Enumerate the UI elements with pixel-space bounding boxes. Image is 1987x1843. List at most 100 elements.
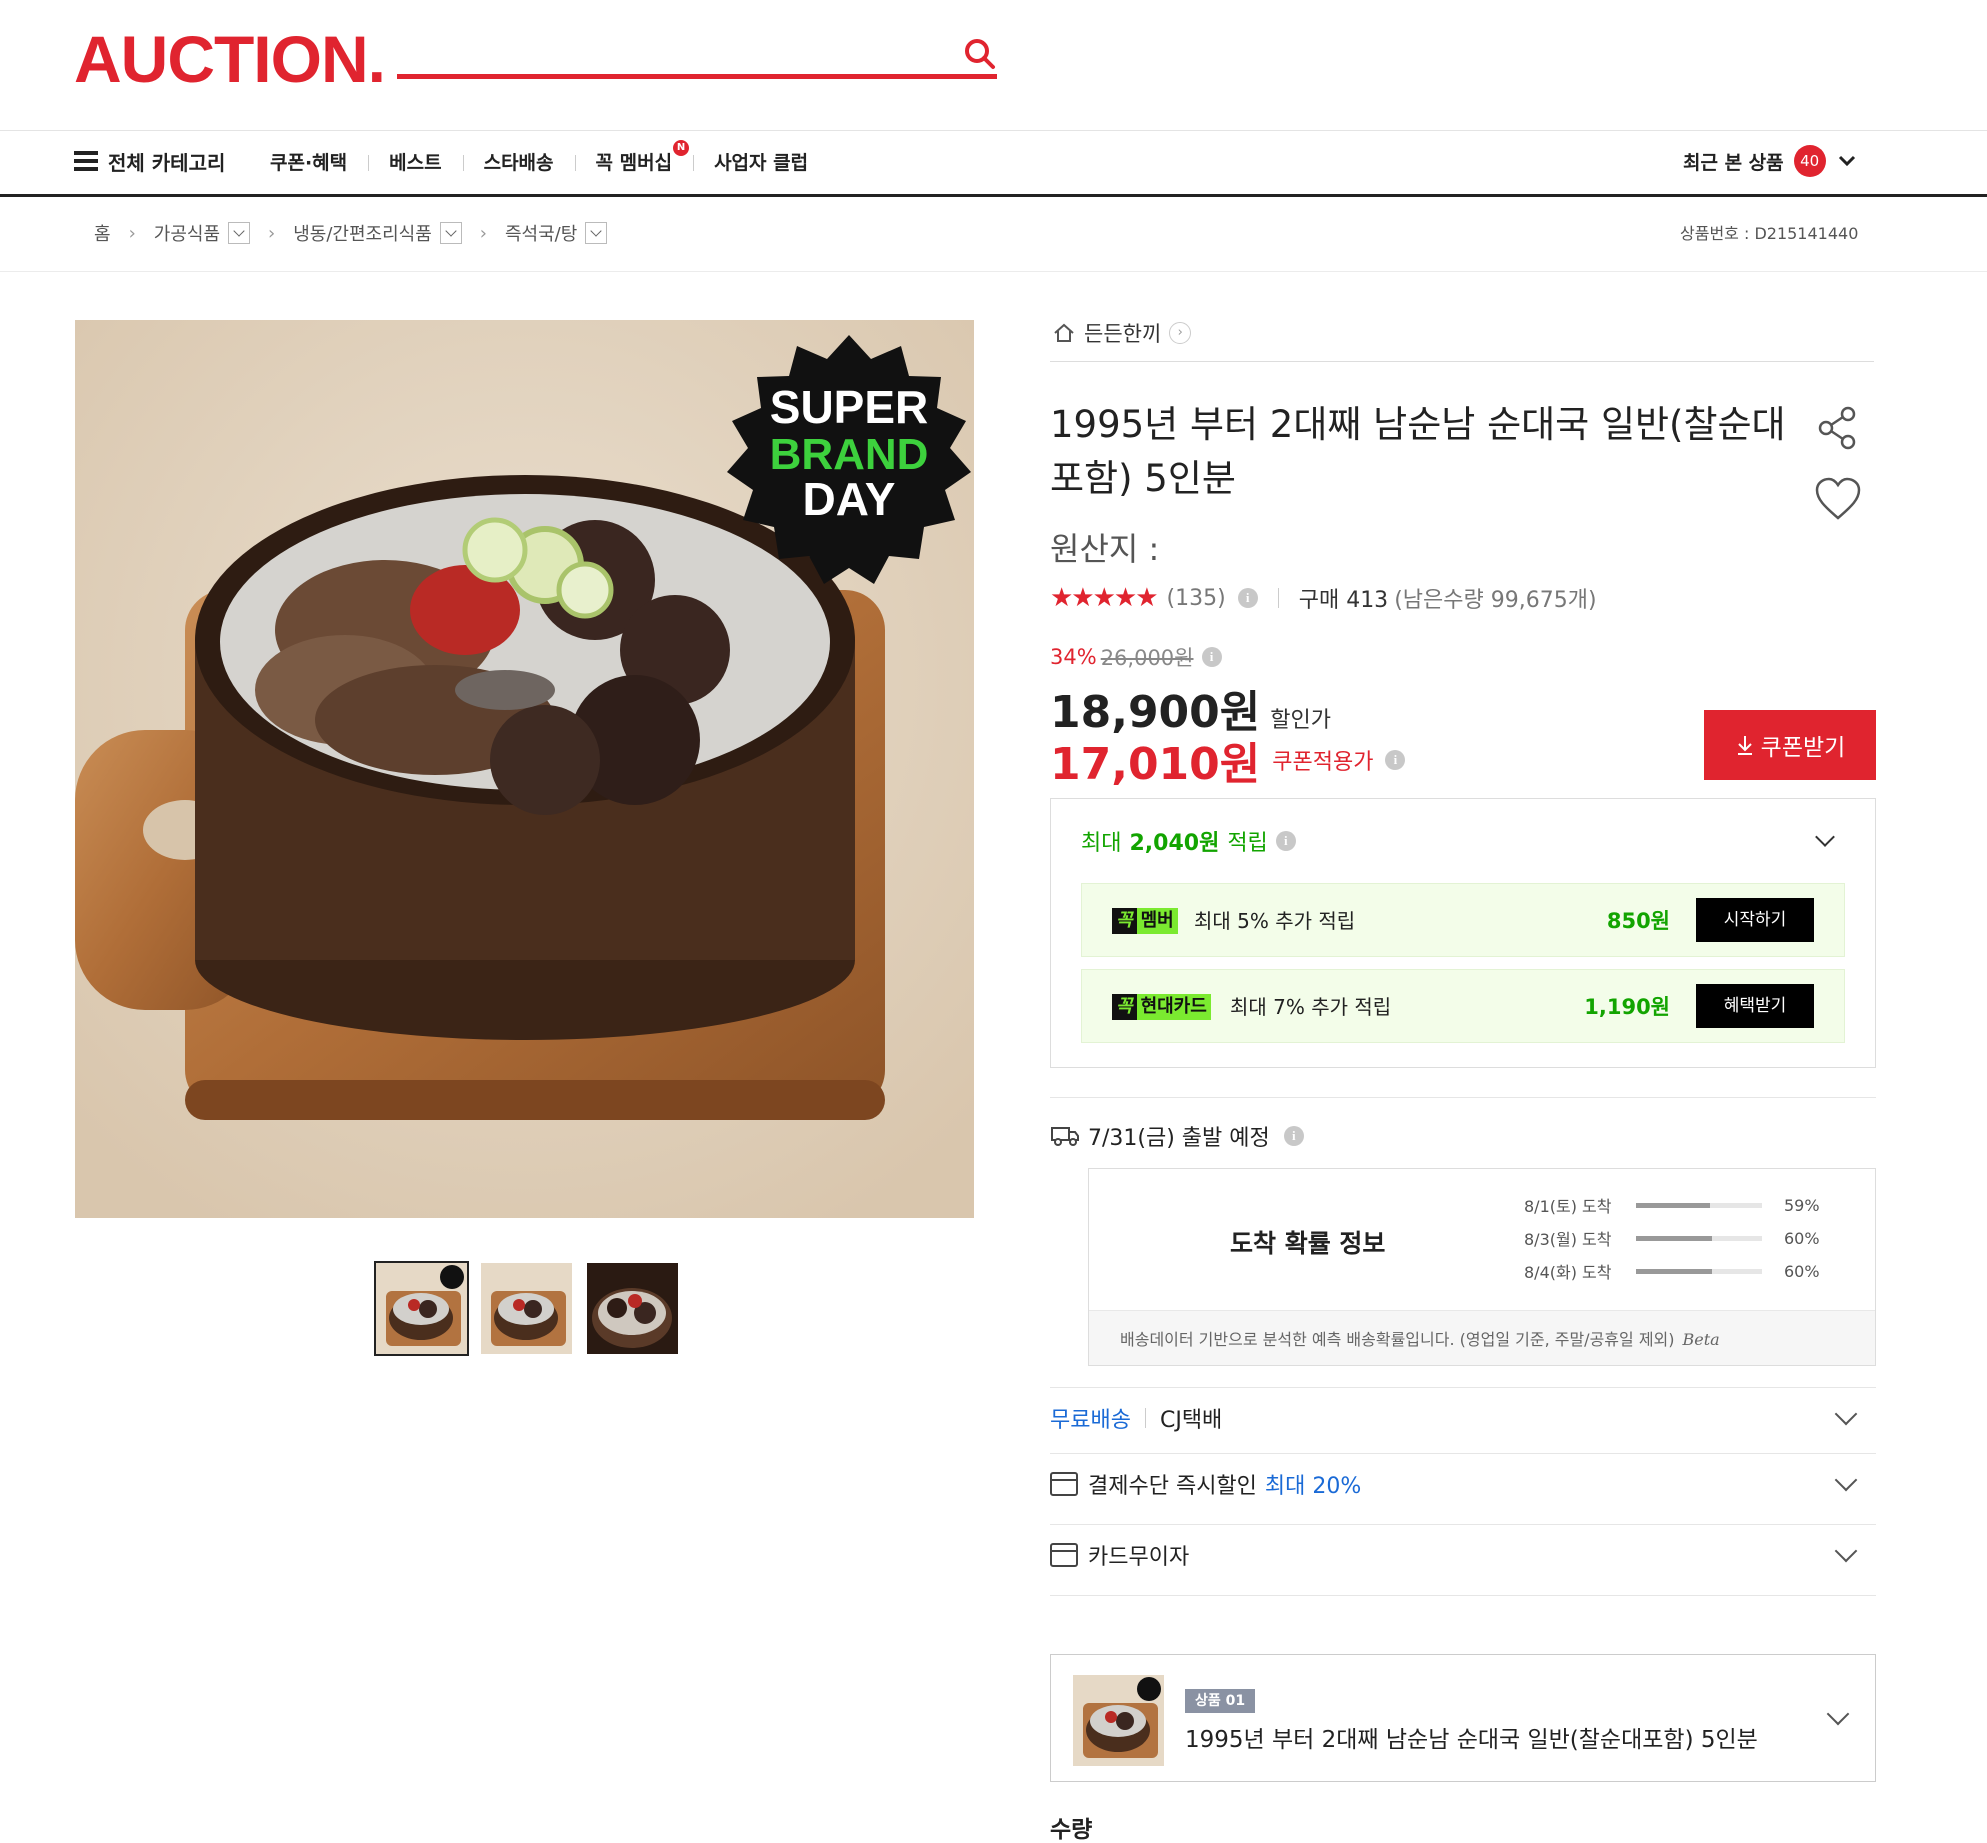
origin-label: 원산지 : <box>1050 530 1160 568</box>
payment-discount-row[interactable]: 결제수단 즉시할인 최대 20% <box>1050 1453 1876 1513</box>
product-main-image[interactable]: SUPER BRAND DAY <box>75 320 974 1218</box>
discount-row: 34% 26,000원 i <box>1050 642 1222 672</box>
new-badge: N <box>673 139 690 156</box>
header-divider <box>0 130 1987 131</box>
arrival-date: 8/1(토) 도착 <box>1524 1197 1612 1216</box>
free-shipping-label: 무료배송 <box>1050 1407 1131 1433</box>
rating-stars-icon: ★★★★★ <box>1050 583 1159 613</box>
arrival-bar <box>1636 1268 1762 1274</box>
credit-card-icon <box>1050 1542 1078 1567</box>
separator <box>1144 1407 1146 1428</box>
search-icon[interactable] <box>962 36 998 72</box>
benefit-text: 최대 7% 추가 적립 <box>1230 995 1392 1019</box>
dropdown-icon[interactable] <box>439 222 462 244</box>
installment-label: 카드무이자 <box>1088 1544 1190 1570</box>
dropdown-icon[interactable] <box>585 222 608 244</box>
departure-text: 7/31(금) 출발 예정 <box>1088 1126 1270 1151</box>
chevron-down-icon <box>1834 1402 1858 1426</box>
home-icon <box>1054 323 1074 342</box>
shipping-fee-row[interactable]: 무료배송 CJ택배 <box>1050 1387 1876 1447</box>
nav-best[interactable]: 베스트 <box>368 148 462 175</box>
stock-remaining: (남은수량 99,675개) <box>1394 588 1597 613</box>
arrival-row: 8/1(토) 도착 59% <box>1524 1193 1820 1217</box>
arrival-pct: 59% <box>1784 1195 1820 1215</box>
tag-ggok: 꼭 <box>1112 908 1137 934</box>
recent-products-label: 최근 본 상품 <box>1683 151 1784 174</box>
arrival-note: 배송데이터 기반으로 분석한 예측 배송확률입니다. (영업일 기준, 주말/공… <box>1120 1326 1720 1350</box>
arrival-pct: 60% <box>1784 1261 1820 1281</box>
store-link[interactable]: 든든한끼 › <box>1052 318 1192 348</box>
coupon-price-row: 17,010원 쿠폰적용가 i <box>1050 728 1406 792</box>
rating-row: ★★★★★ (135) i 구매 413 (남은수량 99,675개) <box>1050 580 1597 616</box>
option-number-badge: 상품 01 <box>1185 1689 1256 1713</box>
all-categories-label: 전체 카테고리 <box>108 150 226 175</box>
main-nav: 쿠폰·혜택 베스트 스타배송 꼭 멤버십 N 사업자 클럽 <box>270 139 829 176</box>
nav-membership[interactable]: 꼭 멤버십 N <box>574 139 694 175</box>
coupon-price: 17,010원 <box>1050 739 1261 790</box>
review-count[interactable]: (135) <box>1167 586 1226 611</box>
chevron-down-icon <box>1834 1468 1858 1492</box>
option-select[interactable] <box>1050 1654 1876 1782</box>
info-icon[interactable]: i <box>1385 750 1406 770</box>
arrival-bar-fill <box>1636 1202 1711 1208</box>
options-divider <box>1050 1595 1876 1596</box>
arrival-row: 8/3(월) 도착 60% <box>1524 1226 1820 1250</box>
share-icon[interactable] <box>1814 404 1862 452</box>
nav-membership-label: 꼭 멤버십 <box>595 151 673 174</box>
discount-percent: 34% <box>1050 645 1097 669</box>
recent-products-button[interactable]: 최근 본 상품 40 <box>1683 144 1858 178</box>
info-icon[interactable]: i <box>1237 588 1258 608</box>
product-number: 상품번호 : D215141440 <box>1680 224 1859 243</box>
membership-tag: 꼭 멤버 <box>1112 908 1178 934</box>
payment-discount-label: 결제수단 즉시할인 <box>1088 1473 1257 1499</box>
recent-count-badge: 40 <box>1793 145 1826 177</box>
get-benefit-button[interactable]: 혜택받기 <box>1696 984 1814 1028</box>
points-amount: 2,040원 <box>1129 831 1220 856</box>
product-title: 1995년 부터 2대째 남순남 순대국 일반(찰순대포함) 5인분 <box>1050 403 1786 500</box>
heart-icon[interactable] <box>1814 476 1862 522</box>
benefit-amount: 1,190원 <box>1584 995 1670 1019</box>
badge-super-text: SUPER <box>770 381 928 433</box>
benefit-membership: 꼭 멤버 최대 5% 추가 적립 850원 시작하기 <box>1081 883 1845 957</box>
arrival-row: 8/4(화) 도착 60% <box>1524 1259 1820 1283</box>
arrival-date: 8/3(월) 도착 <box>1524 1230 1612 1249</box>
thumbnail-1[interactable] <box>374 1261 469 1356</box>
shipping-divider <box>1050 1097 1876 1098</box>
nav-coupon-benefit[interactable]: 쿠폰·혜택 <box>270 148 368 175</box>
benefit-hyundai-card: 꼭 현대카드 최대 7% 추가 적립 1,190원 혜택받기 <box>1081 969 1845 1043</box>
coupon-price-label: 쿠폰적용가 <box>1272 750 1374 775</box>
info-icon[interactable]: i <box>1283 1126 1304 1146</box>
all-categories-button[interactable]: 전체 카테고리 <box>74 146 225 176</box>
breadcrumb-item[interactable]: 가공식품 <box>154 220 220 246</box>
arrival-bar-fill <box>1636 1235 1712 1241</box>
quantity-label: 수량 <box>1050 1817 1093 1843</box>
arrival-date: 8/4(화) 도착 <box>1524 1263 1612 1282</box>
chevron-down-icon <box>1838 155 1855 167</box>
search-input[interactable] <box>397 74 997 79</box>
thumbnail-3[interactable] <box>587 1263 678 1354</box>
breadcrumb-item[interactable]: 냉동/간편조리식품 <box>293 220 432 246</box>
tag-hyundai-card: 현대카드 <box>1136 994 1211 1020</box>
info-icon[interactable]: i <box>1275 831 1296 851</box>
nav-star-delivery[interactable]: 스타배송 <box>462 148 575 175</box>
breadcrumb: 홈 › 가공식품 › 냉동/간편조리식품 › 즉석국/탕 <box>94 218 608 248</box>
benefit-amount: 850원 <box>1606 909 1670 933</box>
get-coupon-button[interactable]: 쿠폰받기 <box>1704 710 1876 780</box>
get-coupon-label: 쿠폰받기 <box>1760 735 1846 761</box>
info-icon[interactable]: i <box>1201 647 1222 667</box>
benefit-text: 최대 5% 추가 적립 <box>1194 909 1356 933</box>
points-header[interactable]: 최대 2,040원 적립 i <box>1081 826 1296 856</box>
nav-business-club[interactable]: 사업자 클럽 <box>693 148 829 175</box>
auction-logo[interactable]: AUCTION. <box>74 26 386 92</box>
card-installment-row[interactable]: 카드무이자 <box>1050 1524 1876 1584</box>
thumbnail-2[interactable] <box>481 1263 572 1354</box>
arrival-bar-fill <box>1636 1268 1712 1274</box>
tag-ggok: 꼭 <box>1112 994 1137 1020</box>
start-membership-button[interactable]: 시작하기 <box>1696 898 1814 942</box>
arrival-bar <box>1636 1202 1762 1208</box>
chevron-down-icon <box>1834 1539 1858 1563</box>
dropdown-icon[interactable] <box>228 222 251 244</box>
breadcrumb-home[interactable]: 홈 <box>94 220 111 246</box>
store-divider <box>1050 361 1874 362</box>
breadcrumb-item[interactable]: 즉석국/탕 <box>505 220 577 246</box>
